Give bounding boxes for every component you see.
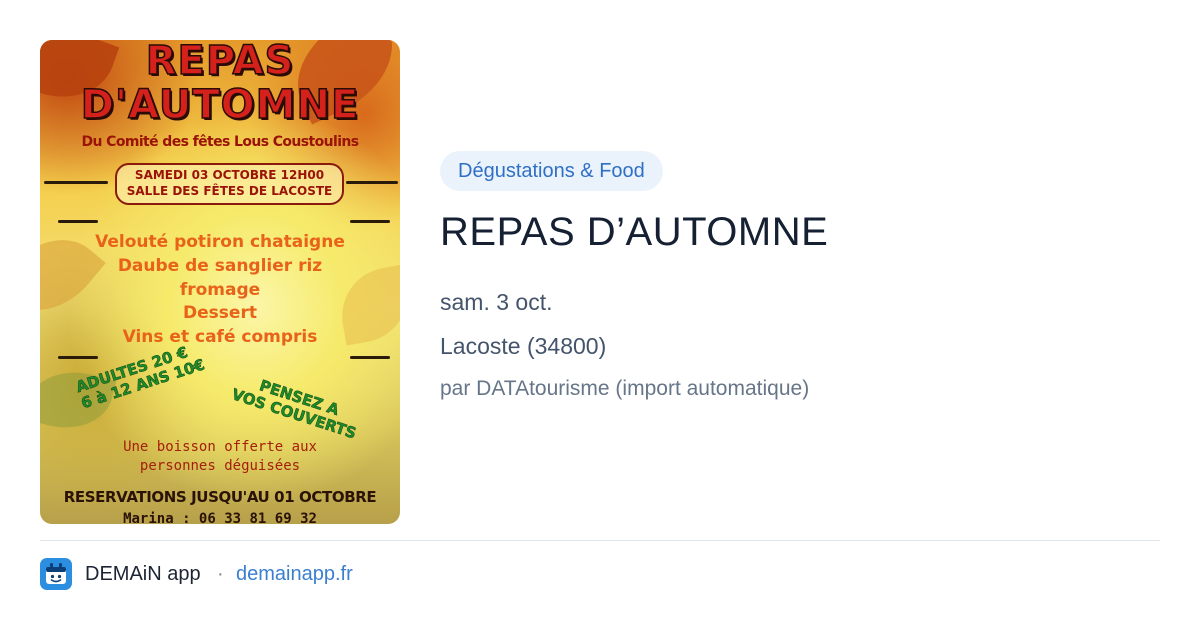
poster-ornament bbox=[350, 356, 390, 359]
poster-title-line1: REPAS bbox=[145, 40, 295, 85]
poster-ornament bbox=[346, 181, 398, 184]
calendar-face-icon bbox=[46, 563, 66, 584]
poster-menu-item: Velouté potiron chataigne bbox=[95, 232, 345, 252]
footer-separator: · bbox=[217, 563, 224, 585]
poster-price-info: ADULTES 20 € 6 à 12 ANS 10€ bbox=[73, 340, 207, 413]
poster-ornament bbox=[44, 181, 108, 184]
poster-ornament bbox=[58, 220, 98, 223]
app-website-link[interactable]: demainapp.fr bbox=[236, 563, 353, 586]
poster-reservation: RESERVATIONS JUSQU'AU 01 OCTOBRE bbox=[63, 488, 377, 506]
poster-menu-item: fromage bbox=[179, 280, 261, 300]
poster-banner-line1: SAMEDI 03 OCTOBRE 12H00 bbox=[134, 168, 325, 182]
event-author: par DATAtourisme (import automatique) bbox=[440, 377, 810, 400]
category-badge[interactable]: Dégustations & Food bbox=[440, 151, 663, 191]
poster-organizer: Du Comité des fêtes Lous Coustoulins bbox=[81, 134, 360, 150]
poster-banner-line2: SALLE DES FÊTES DE LACOSTE bbox=[126, 184, 333, 198]
poster-menu-item: Vins et café compris bbox=[122, 327, 318, 347]
event-title[interactable]: REPAS D’AUTOMNE bbox=[440, 210, 828, 255]
event-location: Lacoste (34800) bbox=[440, 333, 607, 359]
poster-ornament bbox=[350, 220, 390, 223]
app-name: DEMAiN app bbox=[85, 563, 201, 585]
event-poster-image[interactable]: REPAS D'AUTOMNE Du Comité des fêtes Lous… bbox=[40, 40, 400, 524]
poster-date-banner: SAMEDI 03 OCTOBRE 12H00 SALLE DES FÊTES … bbox=[115, 163, 344, 205]
poster-ornament bbox=[58, 356, 98, 359]
poster-title-line2: D'AUTOMNE bbox=[80, 81, 360, 129]
demain-app-icon[interactable] bbox=[40, 558, 72, 590]
poster-contact: Marina : 06 33 81 69 32 bbox=[123, 511, 317, 524]
poster-menu-item: Daube de sanglier riz bbox=[117, 256, 323, 276]
poster-reminder: PENSEZ A VOS COUVERTS bbox=[229, 370, 363, 443]
divider bbox=[40, 540, 1160, 541]
poster-menu-item: Dessert bbox=[183, 303, 257, 323]
poster-offer-line1: Une boisson offerte aux bbox=[123, 439, 317, 455]
poster-offer-line2: personnes déguisées bbox=[139, 458, 301, 474]
event-date: sam. 3 oct. bbox=[440, 289, 553, 315]
